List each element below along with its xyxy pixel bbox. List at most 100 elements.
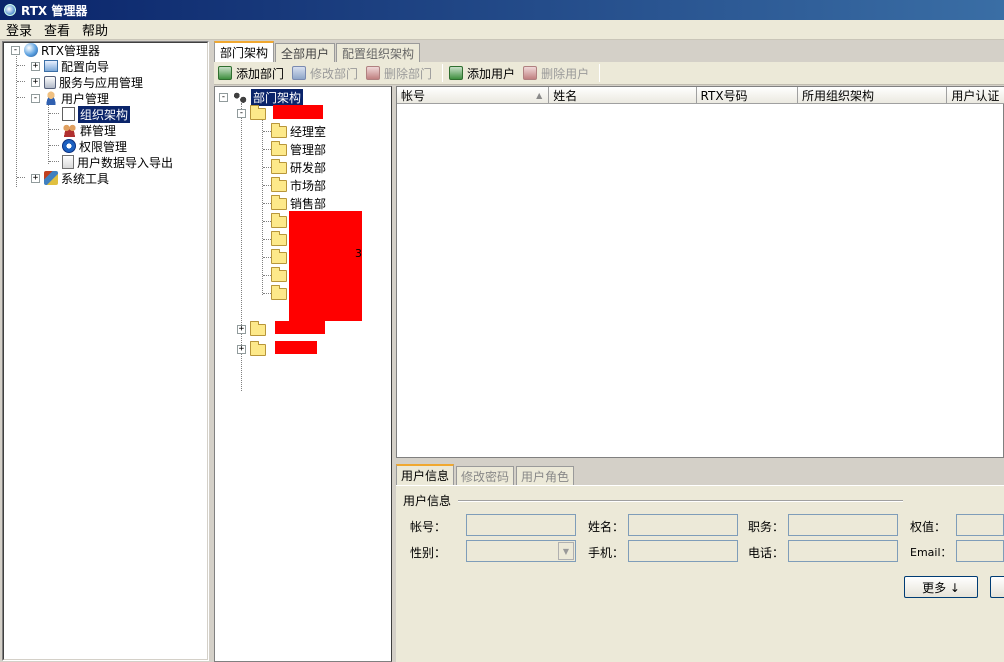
- dept-item[interactable]: 市场部: [271, 177, 326, 193]
- dept-tree-panel: - 部门架构 - 经理室 管理部 研发部 市场部 销售部 3 + +: [214, 86, 392, 662]
- column-header-account[interactable]: 帐号 ▲: [397, 87, 550, 104]
- dept-label: 研发部: [290, 160, 327, 175]
- account-field[interactable]: [466, 514, 576, 536]
- dept-item[interactable]: [271, 213, 290, 229]
- dept-label: 管理部: [290, 142, 327, 157]
- dept-root-label: 部门架构: [251, 88, 304, 106]
- redacted-block: [275, 321, 325, 334]
- name-field[interactable]: [628, 514, 738, 536]
- add-dept-button[interactable]: 添加部门: [216, 63, 290, 83]
- position-field[interactable]: [788, 514, 898, 536]
- tab-user-role[interactable]: 用户角色: [516, 466, 575, 485]
- group-title: 用户信息: [403, 494, 452, 508]
- nav-tree-root[interactable]: - RTX管理器: [11, 42, 100, 58]
- nav-item-label: 权限管理: [79, 139, 128, 154]
- dept-tree-root[interactable]: - 部门架构: [219, 88, 304, 106]
- phone-field[interactable]: [788, 540, 898, 562]
- nav-item-import-export[interactable]: 用户数据导入导出: [62, 154, 173, 170]
- nav-item-user-management[interactable]: - 用户管理: [31, 90, 109, 106]
- delete-user-label: 删除用户: [541, 66, 590, 81]
- email-label: Email：: [910, 546, 952, 559]
- dept-item[interactable]: 管理部: [271, 141, 326, 157]
- user-info-form: 用户信息 帐号： 姓名： 职务： 权值： 性别： ▼ 手机： 电话： Email…: [396, 485, 1004, 662]
- tab-dept-structure[interactable]: 部门架构: [214, 41, 275, 62]
- folder-icon: [250, 341, 266, 356]
- collapse-icon[interactable]: -: [11, 45, 20, 55]
- delete-user-button[interactable]: 删除用户: [521, 63, 595, 83]
- org-icon: [62, 107, 75, 121]
- folder-icon: [250, 105, 266, 120]
- nav-tree-panel: - RTX管理器 + 配置向导 + 服务与应用管理 - 用户管理 组织架构 群管…: [2, 41, 209, 661]
- column-header-org[interactable]: 所用组织架构: [798, 87, 948, 104]
- mobile-label: 手机：: [588, 546, 625, 560]
- nav-item-system-tools[interactable]: + 系统工具: [31, 170, 109, 186]
- nav-item-label: 配置向导: [61, 59, 110, 74]
- collapse-icon[interactable]: -: [237, 108, 246, 118]
- folder-icon: [271, 213, 287, 228]
- expand-icon[interactable]: +: [237, 344, 246, 354]
- delete-dept-button[interactable]: 删除部门: [364, 63, 438, 83]
- toolbar-separator: [442, 64, 444, 82]
- dept-item[interactable]: 研发部: [271, 159, 326, 175]
- mobile-field[interactable]: [628, 540, 738, 562]
- dept-item[interactable]: [271, 285, 290, 301]
- folder-icon: [271, 159, 287, 174]
- users-icon: [44, 91, 58, 105]
- email-field[interactable]: [956, 540, 1004, 562]
- menu-help[interactable]: 帮助: [76, 20, 114, 39]
- expand-icon[interactable]: +: [31, 77, 40, 87]
- name-label: 姓名：: [588, 520, 625, 534]
- collapse-icon[interactable]: -: [31, 93, 40, 103]
- nav-item-label: 群管理: [80, 123, 117, 138]
- column-header-name[interactable]: 姓名: [549, 87, 697, 104]
- dept-item[interactable]: [271, 267, 290, 283]
- tab-all-users[interactable]: 全部用户: [275, 43, 336, 62]
- expand-icon[interactable]: +: [31, 61, 40, 71]
- column-label: 用户认证: [951, 88, 1000, 103]
- dept-group-node[interactable]: +: [237, 341, 269, 357]
- org-root-icon: [232, 90, 248, 104]
- folder-icon: [271, 285, 287, 300]
- dept-group-node[interactable]: +: [237, 321, 269, 337]
- user-table: 帐号 ▲ 姓名 RTX号码 所用组织架构 用户认证: [396, 86, 1004, 458]
- nav-item-config-wizard[interactable]: + 配置向导: [31, 58, 109, 74]
- app-icon: [4, 4, 16, 16]
- expand-icon[interactable]: +: [31, 173, 40, 183]
- nav-item-label: 服务与应用管理: [59, 75, 144, 90]
- add-user-button[interactable]: 添加用户: [447, 63, 521, 83]
- collapse-icon[interactable]: -: [219, 92, 228, 102]
- nav-item-permission[interactable]: 权限管理: [62, 138, 127, 154]
- expand-icon[interactable]: +: [237, 324, 246, 334]
- tab-change-password[interactable]: 修改密码: [456, 466, 515, 485]
- edit-dept-button[interactable]: 修改部门: [290, 63, 364, 83]
- sort-asc-icon: ▲: [536, 91, 543, 100]
- dept-item[interactable]: [271, 249, 290, 265]
- gender-select[interactable]: ▼: [466, 540, 576, 562]
- column-header-rtx-number[interactable]: RTX号码: [696, 87, 799, 104]
- nav-item-group-management[interactable]: 群管理: [62, 122, 116, 138]
- nav-item-services[interactable]: + 服务与应用管理: [31, 74, 143, 90]
- more-button[interactable]: 更多 ↓: [904, 576, 978, 598]
- nav-item-label: 用户数据导入导出: [77, 155, 174, 170]
- phone-label: 电话：: [748, 546, 785, 560]
- partial-button[interactable]: [990, 576, 1004, 598]
- dept-item[interactable]: 销售部: [271, 195, 326, 211]
- nav-item-org-structure[interactable]: 组织架构: [62, 105, 131, 123]
- column-header-auth[interactable]: 用户认证: [947, 87, 1004, 104]
- nav-item-label: 系统工具: [61, 171, 110, 186]
- partial-label: 3: [355, 247, 362, 260]
- nav-item-label: 用户管理: [61, 91, 110, 106]
- dropdown-arrow-icon: ▼: [558, 542, 574, 560]
- folder-icon: [271, 231, 287, 246]
- dept-item[interactable]: 经理室: [271, 123, 326, 139]
- dept-item[interactable]: [271, 231, 290, 247]
- weight-field[interactable]: [956, 514, 1004, 536]
- menu-login[interactable]: 登录: [0, 20, 38, 39]
- menu-view[interactable]: 查看: [38, 20, 76, 39]
- dept-label: 市场部: [290, 178, 327, 193]
- dept-company-node[interactable]: -: [237, 105, 269, 121]
- menu-bar: 登录 查看 帮助: [0, 20, 1004, 40]
- tab-config-org[interactable]: 配置组织架构: [336, 43, 421, 62]
- tab-user-info[interactable]: 用户信息: [396, 464, 455, 485]
- position-label: 职务：: [748, 520, 785, 534]
